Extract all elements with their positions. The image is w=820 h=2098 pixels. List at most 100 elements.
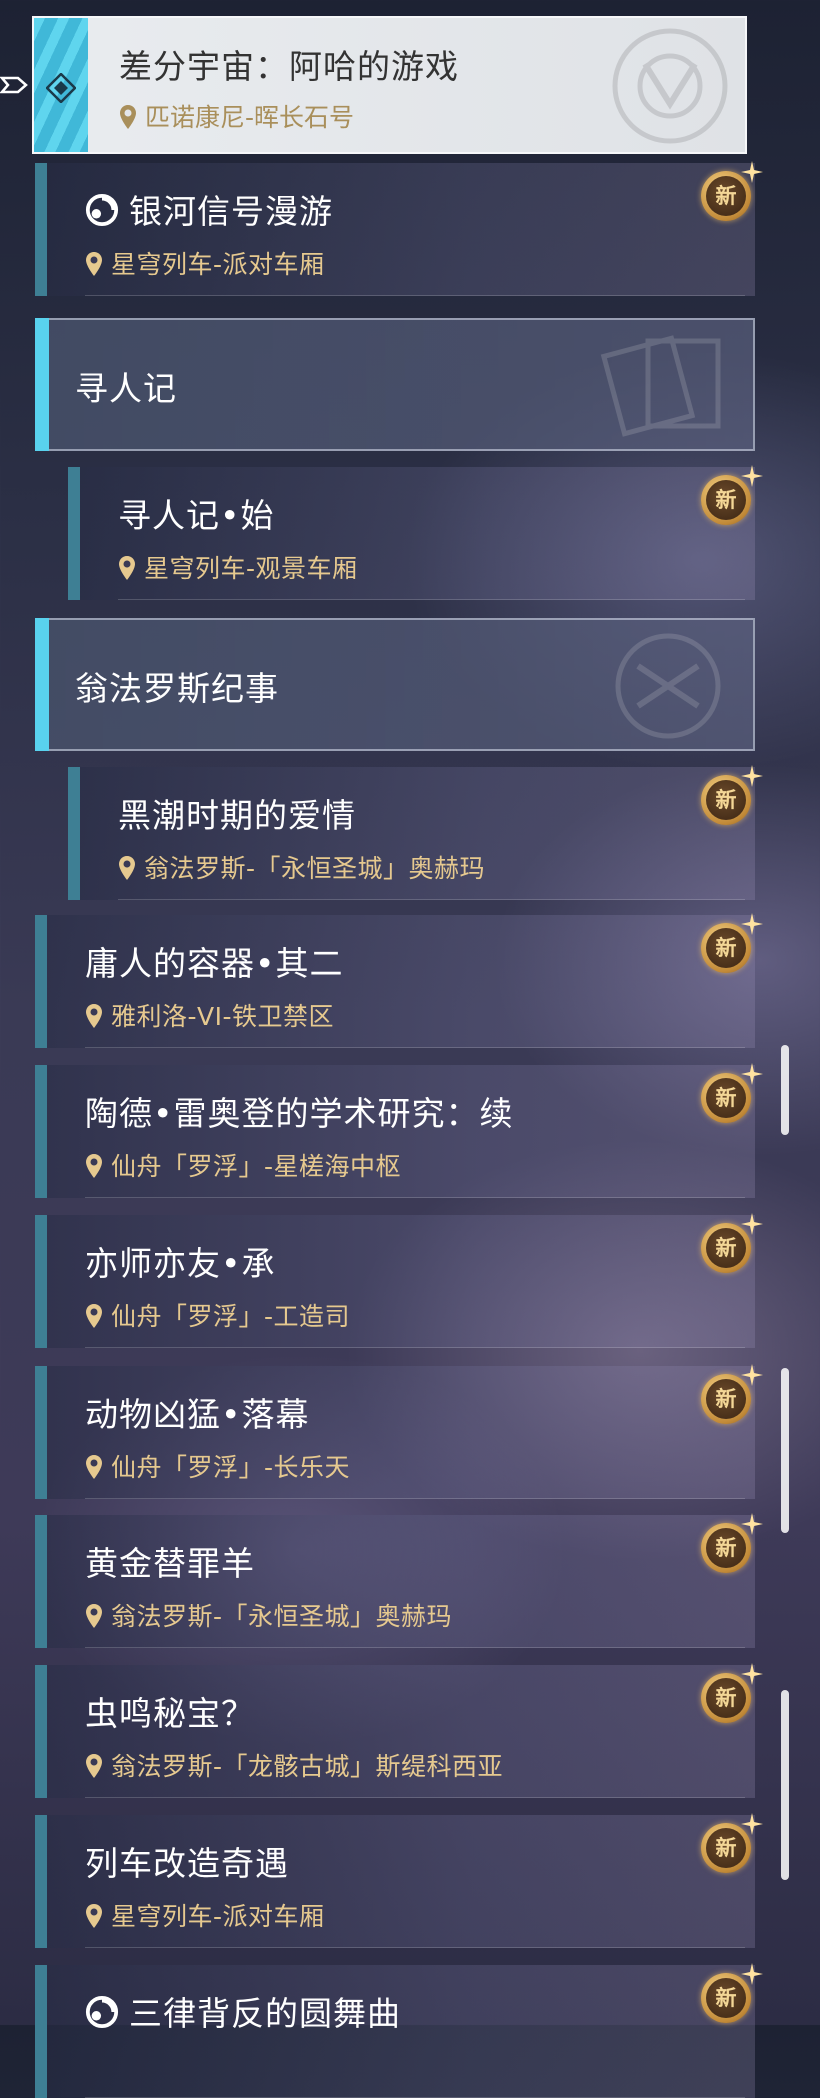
signal-icon bbox=[85, 1995, 119, 2029]
location-pin-icon bbox=[86, 1754, 102, 1778]
quest-item-bar bbox=[35, 163, 47, 296]
sparkle-icon bbox=[741, 913, 763, 935]
quest-title: 寻人记•始 bbox=[118, 496, 275, 535]
quest-title: 虫鸣秘宝？ bbox=[85, 1694, 255, 1733]
new-badge: 新 bbox=[701, 765, 763, 829]
scrollbar-thumb[interactable] bbox=[781, 1690, 789, 1880]
quest-location: 仙舟「罗浮」-工造司 bbox=[85, 1297, 350, 1333]
quest-item[interactable]: 庸人的容器•其二 雅利洛-VI-铁卫禁区 新 bbox=[35, 913, 763, 1048]
divider bbox=[85, 1498, 745, 1499]
quest-location: 匹诺康尼-晖长石号 bbox=[119, 98, 354, 134]
quest-title: 亦师亦友•承 bbox=[85, 1244, 276, 1283]
quest-title: 差分宇宙：阿哈的游戏 bbox=[119, 47, 459, 86]
quest-item[interactable]: 银河信号漫游星穹列车-派对车厢 新 bbox=[35, 161, 763, 296]
diamond-icon bbox=[46, 73, 76, 103]
quest-item[interactable]: 黑潮时期的爱情翁法罗斯-「永恒圣城」奥赫玛 新 bbox=[68, 765, 763, 900]
quest-title: 陶德•雷奥登的学术研究：续 bbox=[85, 1094, 514, 1133]
quest-location: 翁法罗斯-「龙骸古城」斯缇科西亚 bbox=[85, 1747, 503, 1783]
group-accent-bar bbox=[35, 318, 49, 451]
quest-title: 动物凶猛•落幕 bbox=[85, 1395, 310, 1434]
quest-item-bar bbox=[35, 1215, 47, 1348]
divider bbox=[118, 899, 745, 900]
quest-item[interactable]: 三律背反的圆舞曲 新 bbox=[35, 1963, 763, 2098]
location-pin-icon bbox=[86, 1304, 102, 1328]
quest-item[interactable]: 亦师亦友•承仙舟「罗浮」-工造司 新 bbox=[35, 1213, 763, 1348]
divider bbox=[85, 1947, 745, 1948]
quest-title: 庸人的容器•其二 bbox=[85, 944, 344, 983]
sparkle-icon bbox=[741, 161, 763, 183]
new-badge: 新 bbox=[701, 1364, 763, 1428]
divider bbox=[85, 1797, 745, 1798]
quest-item-bar bbox=[35, 1665, 47, 1798]
quest-item[interactable]: 黄金替罪羊翁法罗斯-「永恒圣城」奥赫玛 新 bbox=[35, 1513, 763, 1648]
quest-item[interactable]: 寻人记•始星穹列车-观景车厢 新 bbox=[68, 465, 763, 600]
quest-title: 黄金替罪羊 bbox=[85, 1544, 255, 1583]
new-badge: 新 bbox=[701, 913, 763, 977]
new-badge: 新 bbox=[701, 1963, 763, 2027]
sparkle-icon bbox=[741, 1513, 763, 1535]
quest-title: 银河信号漫游 bbox=[85, 185, 333, 233]
divider bbox=[85, 1197, 745, 1198]
quest-title: 列车改造奇遇 bbox=[85, 1844, 289, 1883]
quest-group-header[interactable]: 翁法罗斯纪事 bbox=[35, 618, 755, 751]
quest-item[interactable]: 动物凶猛•落幕仙舟「罗浮」-长乐天 新 bbox=[35, 1364, 763, 1499]
selection-pointer-icon bbox=[0, 76, 28, 94]
new-badge: 新 bbox=[701, 1513, 763, 1577]
quest-location: 星穹列车-观景车厢 bbox=[118, 549, 358, 585]
quest-item-bar bbox=[35, 1965, 47, 2098]
sparkle-icon bbox=[741, 1813, 763, 1835]
divider bbox=[85, 295, 745, 296]
sparkle-icon bbox=[741, 765, 763, 787]
location-pin-icon bbox=[120, 105, 136, 129]
new-badge: 新 bbox=[701, 1663, 763, 1727]
scrollbar-thumb[interactable] bbox=[781, 1045, 789, 1135]
quest-title: 黑潮时期的爱情 bbox=[118, 796, 356, 835]
location-pin-icon bbox=[86, 1004, 102, 1028]
location-pin-icon bbox=[86, 1154, 102, 1178]
divider bbox=[85, 1047, 745, 1048]
quest-location: 翁法罗斯-「永恒圣城」奥赫玛 bbox=[85, 1597, 452, 1633]
location-pin-icon bbox=[119, 556, 135, 580]
sparkle-icon bbox=[741, 1663, 763, 1685]
location-pin-icon bbox=[86, 1904, 102, 1928]
quest-location: 仙舟「罗浮」-长乐天 bbox=[85, 1448, 350, 1484]
group-emblem-icon bbox=[600, 335, 721, 437]
quest-item-bar bbox=[35, 1065, 47, 1198]
sparkle-icon bbox=[741, 1063, 763, 1085]
location-pin-icon bbox=[119, 856, 135, 880]
quest-item[interactable]: 陶德•雷奥登的学术研究：续 仙舟「罗浮」-星槎海中枢 新 bbox=[35, 1063, 763, 1198]
location-pin-icon bbox=[86, 1604, 102, 1628]
aha-emblem-icon bbox=[612, 28, 728, 144]
quest-item[interactable]: 列车改造奇遇 星穹列车-派对车厢 新 bbox=[35, 1813, 763, 1948]
signal-icon bbox=[85, 193, 119, 227]
quest-item-bar bbox=[68, 767, 80, 900]
quest-item-bar bbox=[35, 1366, 47, 1499]
scrollbar-thumb[interactable] bbox=[781, 1368, 789, 1533]
new-badge: 新 bbox=[701, 1213, 763, 1277]
group-accent-bar bbox=[35, 618, 49, 751]
quest-item[interactable]: 虫鸣秘宝？ 翁法罗斯-「龙骸古城」斯缇科西亚 新 bbox=[35, 1663, 763, 1798]
group-title: 寻人记 bbox=[75, 369, 177, 408]
quest-item-bar bbox=[35, 1515, 47, 1648]
divider bbox=[118, 599, 745, 600]
divider bbox=[85, 1647, 745, 1648]
sparkle-icon bbox=[741, 1364, 763, 1386]
quest-item-bar bbox=[68, 467, 80, 600]
quest-item-selected[interactable]: 差分宇宙：阿哈的游戏 匹诺康尼-晖长石号 bbox=[32, 16, 747, 154]
quest-title: 三律背反的圆舞曲 bbox=[85, 1987, 401, 2035]
new-badge: 新 bbox=[701, 1063, 763, 1127]
new-badge: 新 bbox=[701, 1813, 763, 1877]
quest-item-bar bbox=[35, 1815, 47, 1948]
new-badge: 新 bbox=[701, 465, 763, 529]
new-badge: 新 bbox=[701, 161, 763, 225]
quest-item-bar bbox=[35, 915, 47, 1048]
divider bbox=[85, 1347, 745, 1348]
quest-location: 翁法罗斯-「永恒圣城」奥赫玛 bbox=[118, 849, 485, 885]
quest-location: 星穹列车-派对车厢 bbox=[85, 1897, 325, 1933]
quest-location: 星穹列车-派对车厢 bbox=[85, 245, 325, 281]
location-pin-icon bbox=[86, 252, 102, 276]
location-pin-icon bbox=[86, 1455, 102, 1479]
quest-group-header[interactable]: 寻人记 bbox=[35, 318, 755, 451]
quest-location: 仙舟「罗浮」-星槎海中枢 bbox=[85, 1147, 401, 1183]
sparkle-icon bbox=[741, 1963, 763, 1985]
